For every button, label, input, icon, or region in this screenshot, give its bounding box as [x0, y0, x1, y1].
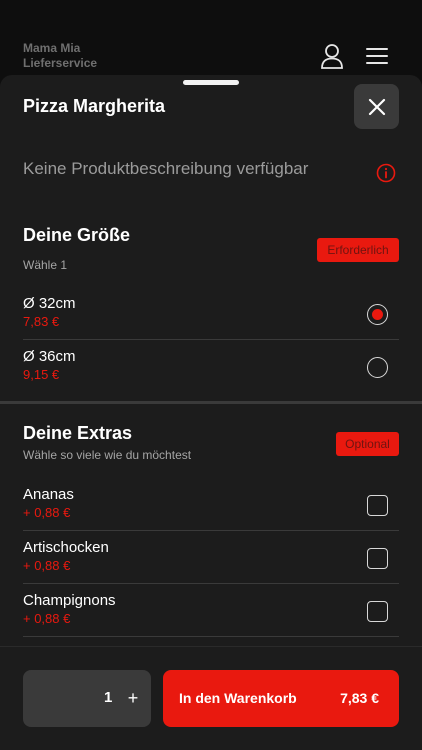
add-to-cart-price: 7,83 €	[340, 690, 379, 706]
cart-footer: 1 + In den Warenkorb 7,83 €	[0, 646, 422, 750]
close-icon	[368, 98, 385, 115]
sheet-grabber[interactable]	[183, 80, 239, 85]
extra-checkbox[interactable]	[367, 495, 388, 516]
add-to-cart-label: In den Warenkorb	[179, 690, 297, 706]
extra-option-price: + 0,88 €	[23, 611, 71, 626]
quantity-plus-button[interactable]: +	[119, 684, 147, 712]
extra-option-row[interactable]: Artischocken + 0,88 €	[23, 531, 399, 584]
size-option-price: 9,15 €	[23, 367, 60, 382]
required-badge: Erforderlich	[317, 238, 399, 262]
extra-option-name: Champignons	[23, 592, 116, 609]
hamburger-menu-icon[interactable]	[364, 42, 390, 70]
brand-line-2: Lieferservice	[23, 56, 98, 70]
extra-checkbox[interactable]	[367, 548, 388, 569]
extra-option-price: + 0,88 €	[23, 505, 71, 520]
info-icon[interactable]	[376, 163, 396, 183]
extra-option-name: Ananas	[23, 486, 74, 503]
extra-option-name: Artischocken	[23, 539, 109, 556]
size-option-price: 7,83 €	[23, 314, 60, 329]
extras-section-title: Deine Extras	[23, 423, 133, 443]
radio-selected-dot	[372, 309, 383, 320]
size-option-row[interactable]: Ø 36cm 9,15 €	[23, 340, 399, 393]
product-title: Pizza Margherita	[23, 96, 166, 116]
quantity-value: 1	[104, 689, 113, 706]
optional-badge: Optional	[336, 432, 399, 456]
size-radio-selected[interactable]	[367, 304, 388, 325]
size-option-name: Ø 36cm	[23, 348, 76, 365]
product-description: Keine Produktbeschreibung verfügbar	[23, 159, 309, 178]
size-radio[interactable]	[367, 357, 388, 378]
size-option-row[interactable]: Ø 32cm 7,83 €	[23, 287, 399, 340]
extras-section-subtitle: Wähle so viele wie du möchtest	[23, 448, 192, 462]
section-divider	[0, 401, 422, 404]
extra-checkbox[interactable]	[367, 601, 388, 622]
add-to-cart-button[interactable]: In den Warenkorb 7,83 €	[163, 670, 399, 727]
extra-option-price: + 0,88 €	[23, 558, 71, 573]
size-section-title: Deine Größe	[23, 225, 131, 245]
close-button[interactable]	[354, 84, 399, 129]
user-icon[interactable]	[319, 42, 345, 70]
brand-line-1: Mama Mia	[23, 41, 81, 55]
brand-name[interactable]: Mama Mia Lieferservice	[23, 41, 163, 71]
extra-option-row[interactable]: Ananas + 0,88 €	[23, 478, 399, 531]
quantity-stepper: 1 +	[23, 670, 151, 727]
size-option-name: Ø 32cm	[23, 295, 76, 312]
size-section-subtitle: Wähle 1	[23, 258, 68, 272]
extra-option-row[interactable]: Champignons + 0,88 €	[23, 584, 399, 637]
